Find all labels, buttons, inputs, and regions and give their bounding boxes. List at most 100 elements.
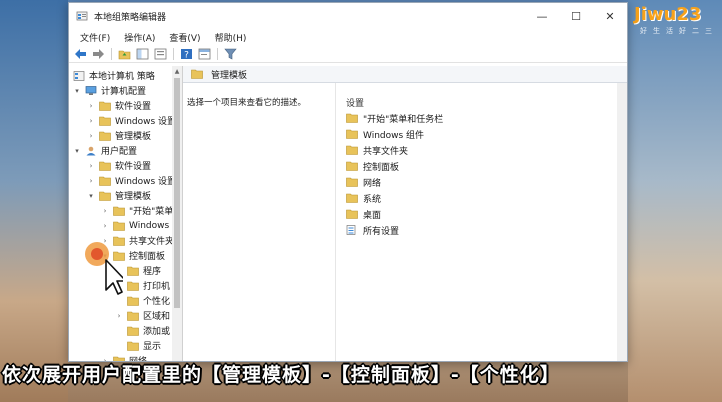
tree-scrollbar[interactable]: ▲ — [172, 66, 182, 361]
list-item[interactable]: 系统 — [346, 190, 443, 206]
folder-icon — [99, 161, 111, 171]
tree-item[interactable]: › Windows 设置 — [87, 173, 176, 188]
tree-item-admin-templates[interactable]: ▾ 管理模板 — [87, 188, 151, 203]
tree-item[interactable]: › "开始"菜单 — [101, 203, 173, 218]
export-icon[interactable] — [153, 47, 167, 61]
tree-item[interactable]: 显示 — [115, 338, 161, 353]
watermark-logo-text: Jiwu23 — [634, 4, 702, 25]
list-item-label: 系统 — [363, 194, 382, 205]
watermark: Jiwu23 好生活好二三 — [632, 2, 718, 36]
tree-item-personalization[interactable]: 个性化 — [115, 293, 170, 308]
menu-file[interactable]: 文件(F) — [73, 31, 117, 44]
properties-icon[interactable] — [197, 47, 211, 61]
computer-icon — [85, 85, 97, 95]
list-item-label: 共享文件夹 — [363, 146, 409, 157]
folder-icon — [346, 161, 358, 171]
tree-label: 软件设置 — [115, 162, 152, 172]
scroll-up-icon[interactable]: ▲ — [172, 66, 182, 76]
policy-root-icon — [73, 70, 85, 81]
details-scrollbar[interactable] — [617, 83, 627, 361]
forward-arrow-icon[interactable] — [91, 47, 105, 61]
chevron-right-icon[interactable]: › — [87, 177, 95, 185]
tree-label: 添加或 — [143, 327, 171, 337]
column-divider — [335, 83, 336, 361]
list-item[interactable]: Windows 组件 — [346, 126, 443, 142]
list-item-label: Windows 组件 — [363, 130, 425, 141]
tree-label: 显示 — [143, 342, 162, 352]
list-item[interactable]: 网络 — [346, 174, 443, 190]
chevron-down-icon[interactable]: ▾ — [73, 147, 81, 155]
folder-icon — [99, 116, 111, 126]
toolbar: ? — [69, 45, 627, 63]
folder-icon — [127, 326, 139, 336]
folder-icon — [346, 113, 358, 123]
minimize-button[interactable]: — — [525, 3, 559, 29]
up-folder-icon[interactable] — [117, 47, 131, 61]
tree-item[interactable]: › Windows — [101, 218, 170, 233]
tree-label: 软件设置 — [115, 102, 152, 112]
tree-label: Windows 设置 — [115, 117, 177, 127]
tree-item[interactable]: › 软件设置 — [87, 98, 151, 113]
all-settings-icon — [346, 225, 356, 235]
details-pane: 管理模板 选择一个项目来查看它的描述。 设置 "开始"菜单和任务栏 Window… — [183, 66, 627, 361]
show-tree-icon[interactable] — [135, 47, 149, 61]
tree-item-computer-config[interactable]: ▾ 计算机配置 — [73, 83, 146, 98]
folder-icon — [127, 311, 139, 321]
tree-label: 管理模板 — [115, 132, 152, 142]
tree-item[interactable]: 添加或 — [115, 323, 170, 338]
tree-label: 控制面板 — [129, 252, 166, 262]
folder-icon — [127, 281, 139, 291]
list-item-label: "开始"菜单和任务栏 — [363, 114, 444, 125]
list-item[interactable]: 共享文件夹 — [346, 142, 443, 158]
menu-help[interactable]: 帮助(H) — [208, 31, 254, 44]
tree-item-user-config[interactable]: ▾ 用户配置 — [73, 143, 137, 158]
chevron-right-icon[interactable]: › — [87, 132, 95, 140]
folder-icon — [346, 209, 358, 219]
menu-bar: 文件(F) 操作(A) 查看(V) 帮助(H) — [69, 29, 627, 45]
menu-action[interactable]: 操作(A) — [117, 31, 162, 44]
folder-icon — [127, 296, 139, 306]
list-item[interactable]: 桌面 — [346, 206, 443, 222]
back-arrow-icon[interactable] — [73, 47, 87, 61]
toolbar-separator — [111, 47, 112, 60]
panes: 本地计算机 策略 ▾ 计算机配置 › 软件设置 › Windows 设置 › 管… — [69, 66, 627, 361]
chevron-right-icon[interactable]: › — [101, 222, 109, 230]
tree-item[interactable]: › Windows 设置 — [87, 113, 176, 128]
close-button[interactable]: ✕ — [593, 3, 627, 29]
policy-editor-app-icon — [76, 11, 88, 21]
chevron-right-icon[interactable]: › — [87, 102, 95, 110]
chevron-right-icon[interactable]: › — [87, 162, 95, 170]
chevron-right-icon[interactable]: › — [87, 117, 95, 125]
folder-icon — [99, 176, 111, 186]
chevron-down-icon[interactable]: ▾ — [73, 87, 81, 95]
maximize-button[interactable]: ☐ — [559, 3, 593, 29]
menu-view[interactable]: 查看(V) — [162, 31, 207, 44]
tree-item[interactable]: › 区域和 — [115, 308, 170, 323]
tree-item[interactable]: › 软件设置 — [87, 158, 151, 173]
list-item[interactable]: "开始"菜单和任务栏 — [346, 110, 443, 126]
column-header-setting[interactable]: 设置 — [346, 96, 364, 109]
toolbar-separator — [173, 47, 174, 60]
list-item-label: 所有设置 — [363, 226, 400, 237]
group-policy-editor-window: 本地组策略编辑器 — ☐ ✕ 文件(F) 操作(A) 查看(V) 帮助(H) ? — [68, 2, 628, 362]
help-icon[interactable]: ? — [179, 47, 193, 61]
details-header: 管理模板 — [183, 66, 627, 83]
tutorial-caption: 依次展开用户配置里的【管理模板】-【控制面板】-【个性化】 — [2, 364, 560, 386]
chevron-right-icon[interactable]: › — [101, 207, 109, 215]
folder-icon — [99, 131, 111, 141]
filter-icon[interactable] — [223, 47, 237, 61]
folder-icon — [346, 129, 358, 139]
chevron-down-icon[interactable]: ▾ — [87, 192, 95, 200]
tree-root[interactable]: 本地计算机 策略 — [73, 68, 155, 83]
tree-item[interactable]: › 管理模板 — [87, 128, 151, 143]
tree-label: "开始"菜单 — [129, 207, 174, 217]
tree-item[interactable]: 打印机 — [115, 278, 170, 293]
title-bar: 本地组策略编辑器 — ☐ ✕ — [69, 3, 627, 29]
watermark-logo: Jiwu23 — [632, 2, 718, 28]
scrollbar-thumb[interactable] — [174, 78, 180, 308]
list-item[interactable]: 控制面板 — [346, 158, 443, 174]
list-item-label: 桌面 — [363, 210, 382, 221]
list-item[interactable]: 所有设置 — [346, 222, 443, 238]
chevron-right-icon[interactable]: › — [115, 312, 123, 320]
tree-label: Windows — [129, 220, 170, 231]
